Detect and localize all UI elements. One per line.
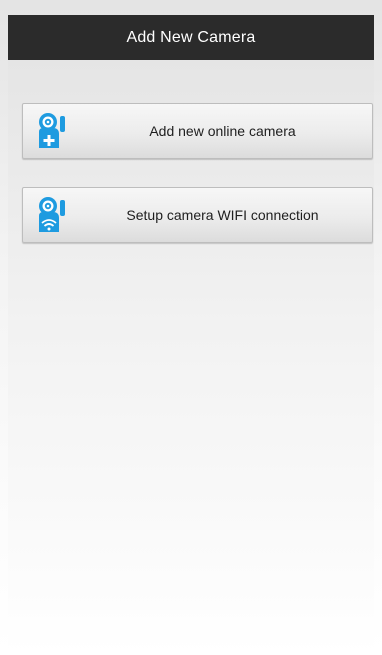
add-online-camera-label: Add new online camera xyxy=(149,123,296,139)
title-bar: Add New Camera xyxy=(8,15,374,60)
setup-camera-wifi-label: Setup camera WIFI connection xyxy=(126,207,319,223)
setup-camera-wifi-button[interactable]: Setup camera WIFI connection xyxy=(22,187,373,243)
camera-add-icon xyxy=(37,112,69,150)
content-area: Add new online camera Setup camera WIFI … xyxy=(8,60,374,655)
add-online-camera-button[interactable]: Add new online camera xyxy=(22,103,373,159)
page-title: Add New Camera xyxy=(126,28,256,46)
camera-wifi-icon xyxy=(37,196,69,234)
screen: Add New Camera Add new online camera Set… xyxy=(0,0,382,655)
